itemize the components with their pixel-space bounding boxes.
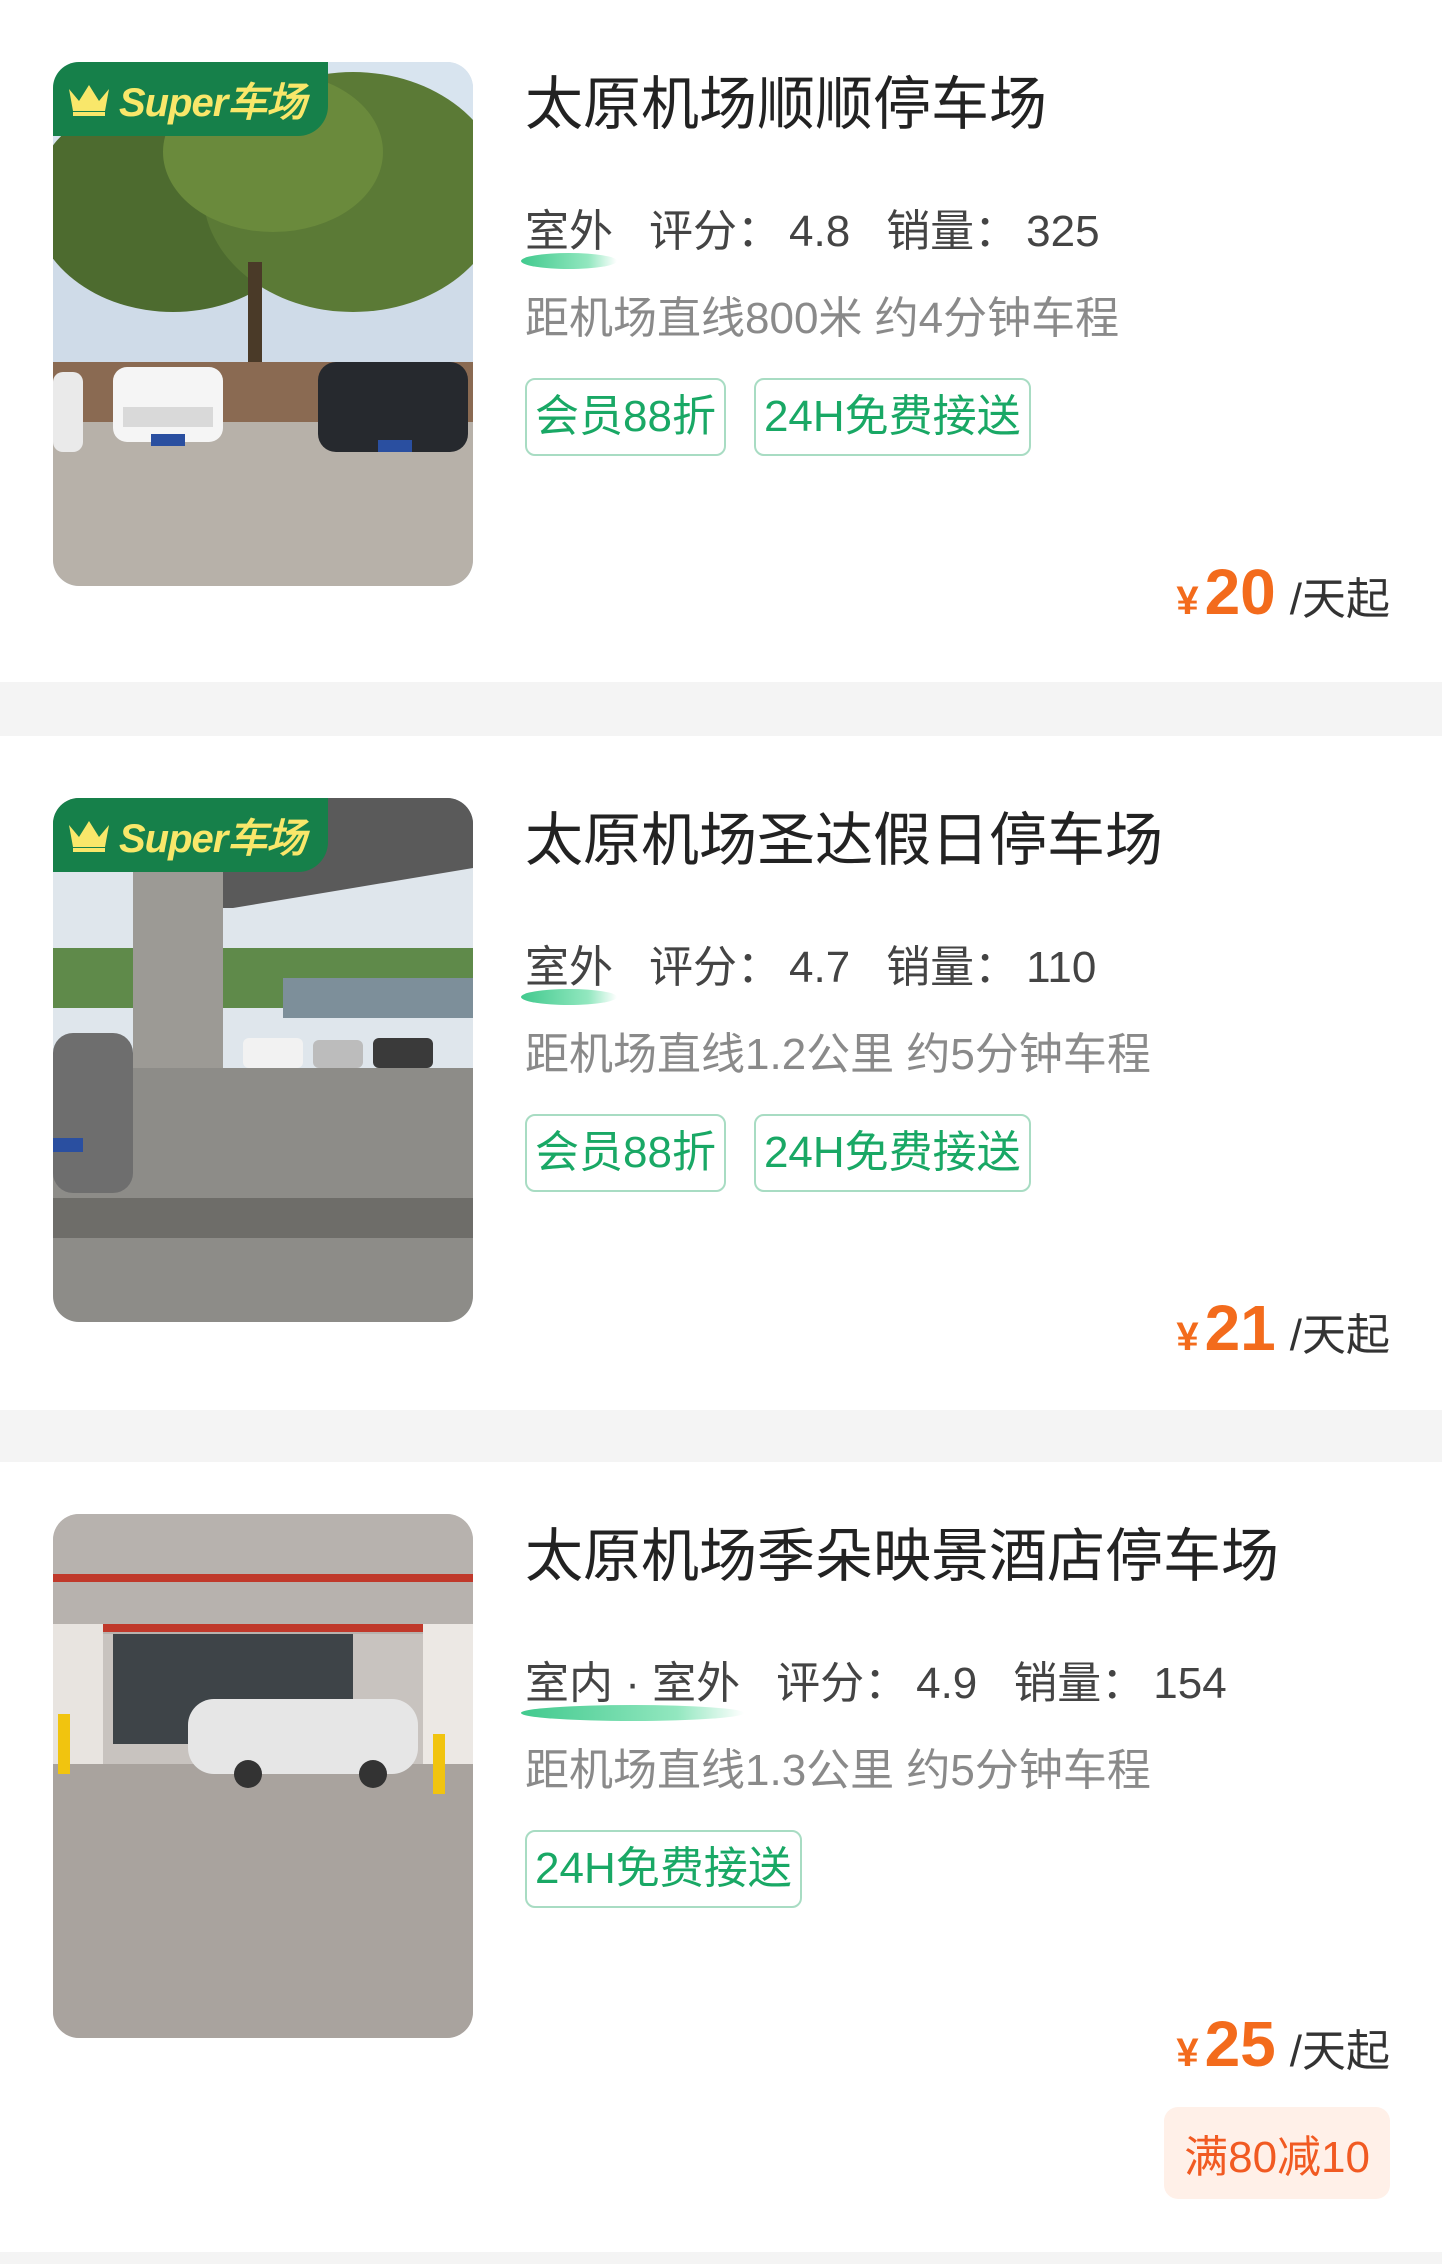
parking-card[interactable]: Super车场 太原机场圣达假日停车场 室外 评分： 4.7 销量： 110 距机场…: [0, 736, 1442, 1410]
sales-count: 销量： 110: [886, 943, 1097, 992]
parking-card[interactable]: 太原机场季朵映景酒店停车场 室内 · 室外 评分： 4.9 销量： 154 距机场直…: [0, 1462, 1442, 2252]
promo-badge: 满80减10: [1164, 2107, 1390, 2199]
currency-symbol: ¥: [1176, 1315, 1199, 1359]
price-amount: 21: [1204, 1292, 1276, 1364]
parking-list: Super车场 太原机场顺顺停车场 室外 评分： 4.8 销量： 325 距机场直线…: [0, 0, 1442, 2264]
tag-member-discount: 会员88折: [525, 1114, 726, 1192]
price-amount: 20: [1204, 556, 1276, 628]
parking-title[interactable]: 太原机场顺顺停车场: [525, 70, 1047, 140]
parking-photo-image: [53, 62, 473, 586]
rating: 评分： 4.7: [649, 943, 851, 992]
tag-free-shuttle: 24H免费接送: [753, 1114, 1031, 1192]
distance-info: 距机场直线1.3公里 约5分钟车程: [525, 1746, 1151, 1795]
rating: 评分： 4.9: [776, 1659, 978, 1708]
parking-title[interactable]: 太原机场季朵映景酒店停车场: [525, 1522, 1279, 1592]
currency-symbol: ¥: [1176, 579, 1199, 623]
feature-tags: 会员88折 24H免费接送: [525, 1114, 1059, 1192]
parking-photo-image: [53, 1514, 473, 2038]
feature-tags: 会员88折 24H免费接送: [525, 378, 1059, 456]
price: ¥ 25 /天起: [1176, 2007, 1390, 2081]
currency-symbol: ¥: [1176, 2031, 1199, 2075]
parking-photo[interactable]: Super车场: [53, 798, 473, 1322]
super-badge: Super车场: [53, 798, 328, 872]
parking-meta: 室内 · 室外 评分： 4.9 销量： 154: [521, 1647, 1263, 1721]
super-badge: Super车场: [53, 62, 328, 136]
price-unit: /天起: [1289, 2027, 1390, 2076]
super-badge-label: Super车场: [119, 81, 306, 125]
crown-icon: [69, 85, 109, 116]
parking-title[interactable]: 太原机场圣达假日停车场: [525, 806, 1163, 876]
feature-tags: 24H免费接送: [525, 1830, 830, 1908]
distance-info: 距机场直线800米 约4分钟车程: [525, 294, 1120, 343]
price-amount: 25: [1204, 2008, 1276, 2080]
environment-tag: 室外: [521, 195, 617, 269]
environment-tag: 室外: [521, 931, 617, 1005]
crown-icon: [69, 821, 109, 852]
sales-count: 销量： 325: [886, 207, 1100, 256]
parking-photo[interactable]: Super车场: [53, 62, 473, 586]
parking-card[interactable]: Super车场 太原机场顺顺停车场 室外 评分： 4.8 销量： 325 距机场直线…: [0, 0, 1442, 682]
parking-meta: 室外 评分： 4.8 销量： 325: [521, 195, 1136, 269]
environment-tag: 室内 · 室外: [521, 1647, 745, 1721]
price-unit: /天起: [1289, 1311, 1390, 1360]
parking-photo[interactable]: [53, 1514, 473, 2038]
price-unit: /天起: [1289, 575, 1390, 624]
price: ¥ 21 /天起: [1176, 1291, 1390, 1365]
tag-member-discount: 会员88折: [525, 378, 726, 456]
tag-free-shuttle: 24H免费接送: [525, 1830, 802, 1908]
super-badge-label: Super车场: [119, 817, 306, 861]
distance-info: 距机场直线1.2公里 约5分钟车程: [525, 1030, 1151, 1079]
sales-count: 销量： 154: [1013, 1659, 1227, 1708]
parking-photo-image: [53, 798, 473, 1322]
parking-meta: 室外 评分： 4.7 销量： 110: [521, 931, 1132, 1005]
tag-free-shuttle: 24H免费接送: [753, 378, 1031, 456]
rating: 评分： 4.8: [649, 207, 851, 256]
price: ¥ 20 /天起: [1176, 555, 1390, 629]
